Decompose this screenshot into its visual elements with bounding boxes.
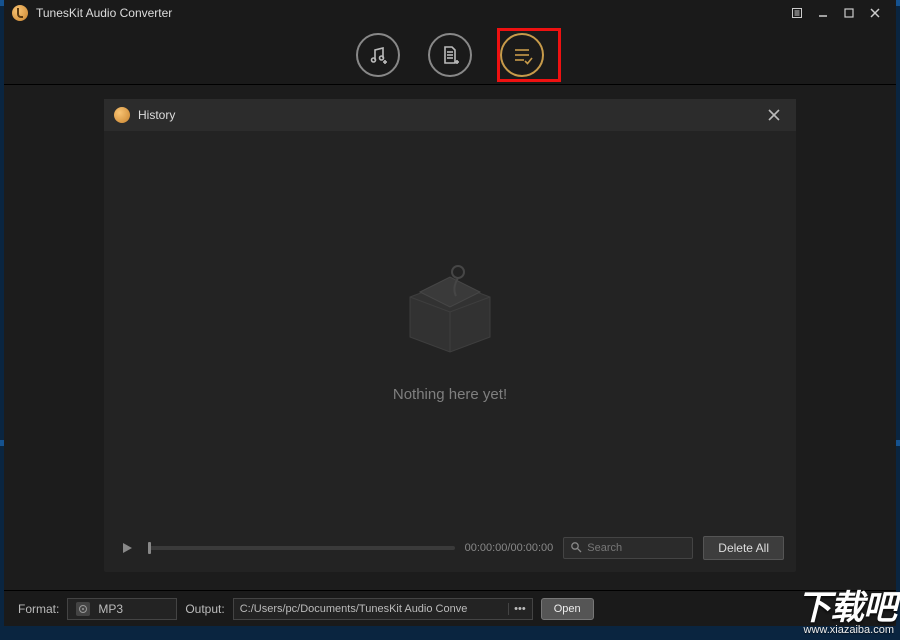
output-path-value: C:/Users/pc/Documents/TunesKit Audio Con… — [240, 603, 468, 615]
browse-path-button[interactable]: ••• — [508, 603, 526, 615]
output-path-box[interactable]: C:/Users/pc/Documents/TunesKit Audio Con… — [233, 598, 533, 620]
output-label: Output: — [185, 602, 224, 616]
history-list-button[interactable] — [500, 33, 544, 77]
format-icon — [76, 602, 90, 616]
playback-slider[interactable] — [148, 546, 455, 550]
search-input[interactable] — [587, 542, 686, 554]
panel-body: Nothing here yet! — [104, 131, 796, 524]
empty-box-icon — [390, 252, 510, 362]
app-window: TunesKit Audio Converter — [4, 0, 896, 626]
play-button[interactable] — [116, 537, 138, 559]
delete-all-button[interactable]: Delete All — [703, 536, 784, 560]
panel-close-button[interactable] — [762, 103, 786, 127]
menu-button[interactable] — [784, 3, 810, 23]
add-file-button[interactable] — [428, 33, 472, 77]
titlebar: TunesKit Audio Converter — [4, 0, 896, 25]
main-area: History Nothing here — [4, 85, 896, 590]
panel-header: History — [104, 99, 796, 131]
app-logo-icon — [12, 5, 28, 21]
toolbar — [4, 25, 896, 85]
empty-state-text: Nothing here yet! — [393, 386, 507, 403]
search-box[interactable] — [563, 537, 693, 559]
panel-title: History — [138, 108, 175, 122]
maximize-button[interactable] — [836, 3, 862, 23]
add-music-button[interactable] — [356, 33, 400, 77]
format-label: Format: — [18, 602, 59, 616]
search-icon — [570, 541, 582, 556]
format-value: MP3 — [98, 602, 123, 616]
panel-footer: 00:00:00/00:00:00 Delete All — [104, 524, 796, 572]
history-panel: History Nothing here — [104, 99, 796, 572]
format-selector[interactable]: MP3 — [67, 598, 177, 620]
open-button[interactable]: Open — [541, 598, 594, 620]
minimize-button[interactable] — [810, 3, 836, 23]
timecode-text: 00:00:00/00:00:00 — [465, 542, 554, 554]
bottombar: Format: MP3 Output: C:/Users/pc/Document… — [4, 590, 896, 626]
watermark-small: www.xiazaiba.com — [797, 624, 900, 640]
panel-logo-icon — [114, 107, 130, 123]
app-title: TunesKit Audio Converter — [36, 6, 172, 20]
close-button[interactable] — [862, 3, 888, 23]
